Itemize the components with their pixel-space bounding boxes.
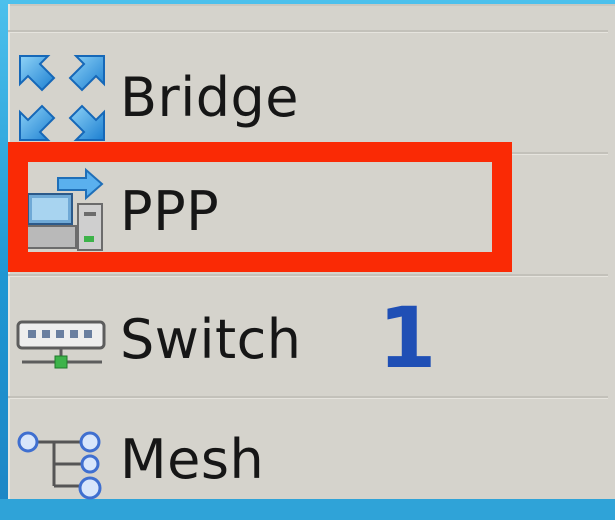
menu-item-label: Bridge bbox=[120, 66, 300, 129]
menu-item-bridge[interactable]: Bridge bbox=[8, 38, 608, 158]
menu-panel: Bridge PPP Switch Mesh 1 bbox=[8, 4, 615, 500]
ppp-icon bbox=[14, 164, 110, 260]
separator bbox=[8, 396, 608, 399]
menu-item-switch[interactable]: Switch bbox=[8, 280, 608, 400]
window-frame: Bridge PPP Switch Mesh 1 bbox=[0, 0, 615, 500]
switch-icon bbox=[14, 292, 110, 388]
menu-item-label: Switch bbox=[120, 308, 302, 371]
menu-item-label: Mesh bbox=[120, 428, 265, 491]
separator bbox=[8, 274, 608, 277]
mesh-icon bbox=[14, 412, 110, 508]
separator bbox=[8, 30, 608, 33]
menu-item-mesh[interactable]: Mesh bbox=[8, 400, 608, 520]
bridge-icon bbox=[14, 50, 110, 146]
step-number-annotation: 1 bbox=[378, 289, 437, 387]
menu-item-ppp[interactable]: PPP bbox=[8, 152, 608, 272]
menu-item-label: PPP bbox=[120, 180, 220, 243]
